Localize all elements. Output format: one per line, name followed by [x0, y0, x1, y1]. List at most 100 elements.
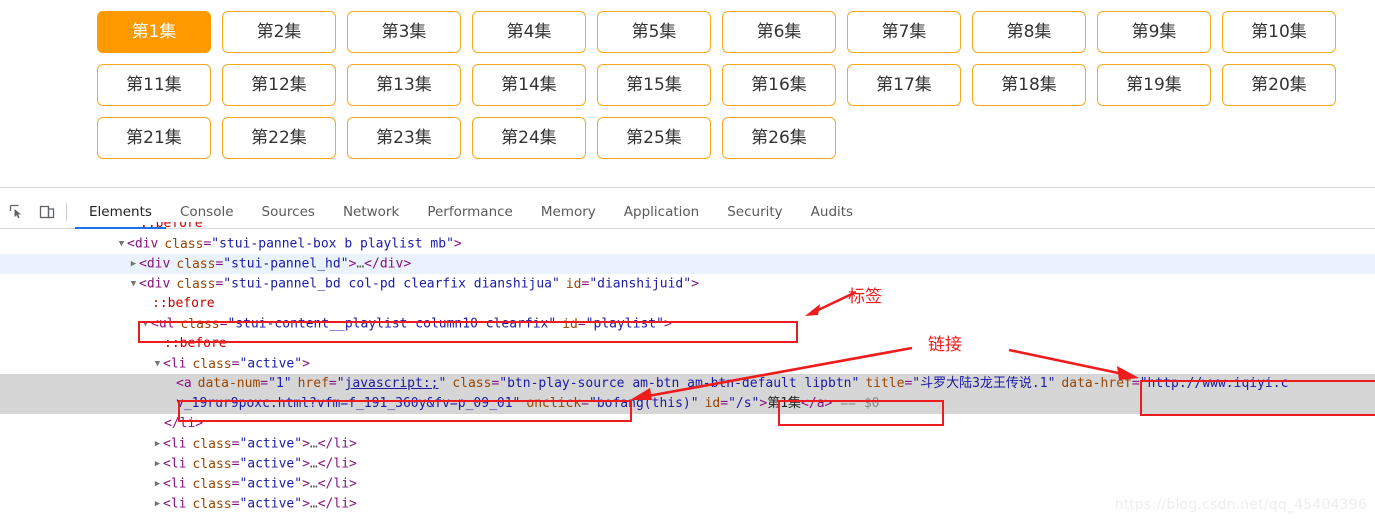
- episode-button-3[interactable]: 第3集: [347, 11, 461, 53]
- dom-row-li-active-expanded[interactable]: ▼ <li class="active">: [0, 354, 1375, 374]
- dom-row-li-close[interactable]: </li>: [0, 414, 1375, 434]
- attribute-name: class: [192, 496, 232, 512]
- dom-row-pseudo-before-0[interactable]: ::before: [0, 222, 1375, 234]
- collapsed-children-ellipsis[interactable]: …: [356, 257, 364, 272]
- episode-button-18[interactable]: 第18集: [972, 64, 1086, 106]
- episode-button-13[interactable]: 第13集: [347, 64, 461, 106]
- collapse-arrow-icon[interactable]: ▶: [152, 454, 163, 474]
- attribute-value: stui-pannel_bd col-pd clearfix dianshiju…: [231, 276, 553, 292]
- attribute-name: class: [192, 456, 232, 472]
- attribute-value-id: playlist: [593, 316, 657, 332]
- closing-tag: </li>: [164, 416, 204, 431]
- dom-row-ul-playlist[interactable]: ▼ <ul class="stui-content__playlist column…: [0, 314, 1375, 334]
- episode-button-19[interactable]: 第19集: [1097, 64, 1211, 106]
- dom-row-li-active-collapsed-2[interactable]: ▶ <li class="active">…</li>: [0, 454, 1375, 474]
- episode-button-1[interactable]: 第1集: [97, 11, 211, 53]
- tag-name: div: [146, 276, 171, 292]
- episode-button-grid: 第1集 第2集 第3集 第4集 第5集 第6集 第7集 第8集 第9集 第10集…: [97, 11, 1363, 159]
- episode-button-15[interactable]: 第15集: [597, 64, 711, 106]
- tag-name: div: [146, 256, 171, 272]
- dom-row-anchor-line-2[interactable]: v_19rur9poxc.html?vfm=f_191_360y&fv=p_09…: [0, 394, 1375, 414]
- dom-row-div-pannel-box[interactable]: ▼ <div class="stui-pannel-box b playlist m…: [0, 234, 1375, 254]
- attribute-value-id: /s: [735, 396, 752, 411]
- attribute-name: class: [176, 256, 216, 272]
- episode-button-23[interactable]: 第23集: [347, 117, 461, 159]
- toolbar-separator: [66, 203, 67, 221]
- episode-button-11[interactable]: 第11集: [97, 64, 211, 106]
- episode-button-20[interactable]: 第20集: [1222, 64, 1336, 106]
- attribute-name: class: [192, 436, 232, 452]
- episode-button-24[interactable]: 第24集: [472, 117, 586, 159]
- expand-arrow-icon[interactable]: ▼: [140, 314, 151, 334]
- collapse-arrow-icon[interactable]: ▶: [152, 474, 163, 494]
- dom-row-anchor-line-1[interactable]: <a data-num="1" href="javascript:;" class="…: [0, 374, 1375, 394]
- episode-button-2[interactable]: 第2集: [222, 11, 336, 53]
- attribute-value: stui-pannel-box b playlist mb: [219, 236, 447, 252]
- tag-name: li: [170, 436, 187, 452]
- episode-button-7[interactable]: 第7集: [847, 11, 961, 53]
- expand-arrow-icon[interactable]: ▼: [152, 354, 163, 374]
- attribute-name-data-num: data-num: [197, 376, 261, 391]
- episode-button-4[interactable]: 第4集: [472, 11, 586, 53]
- dom-row-li-active-collapsed-3[interactable]: ▶ <li class="active">…</li>: [0, 474, 1375, 494]
- collapse-arrow-icon[interactable]: ▶: [152, 434, 163, 454]
- attribute-value: active: [247, 496, 295, 512]
- dom-row-li-active-collapsed-1[interactable]: ▶ <li class="active">…</li>: [0, 434, 1375, 454]
- attribute-name: class: [192, 476, 232, 492]
- attribute-name-href: href: [297, 376, 329, 391]
- collapsed-children-ellipsis[interactable]: …: [310, 477, 318, 492]
- episode-button-5[interactable]: 第5集: [597, 11, 711, 53]
- collapse-arrow-icon[interactable]: ▶: [152, 494, 163, 514]
- pseudo-element-label: ::before: [164, 336, 227, 351]
- attribute-name-id: id: [704, 396, 721, 411]
- selected-node-marker: == $0: [840, 396, 880, 411]
- collapse-arrow-icon[interactable]: ▶: [128, 254, 139, 274]
- tag-name: li: [170, 476, 187, 492]
- episode-button-26[interactable]: 第26集: [722, 117, 836, 159]
- dom-row-pseudo-before-1[interactable]: ::before: [0, 294, 1375, 314]
- collapsed-children-ellipsis[interactable]: …: [310, 457, 318, 472]
- episode-button-14[interactable]: 第14集: [472, 64, 586, 106]
- episode-button-17[interactable]: 第17集: [847, 64, 961, 106]
- collapsed-children-ellipsis[interactable]: …: [310, 437, 318, 452]
- pseudo-element-label: ::before: [140, 222, 203, 231]
- expand-arrow-icon[interactable]: ▼: [116, 234, 127, 254]
- attribute-value: active: [247, 476, 295, 492]
- episode-button-22[interactable]: 第22集: [222, 117, 336, 159]
- devtools-panel: Elements Console Sources Network Perform…: [0, 188, 1375, 519]
- episode-button-25[interactable]: 第25集: [597, 117, 711, 159]
- episode-button-10[interactable]: 第10集: [1222, 11, 1336, 53]
- episode-button-9[interactable]: 第9集: [1097, 11, 1211, 53]
- episode-button-16[interactable]: 第16集: [722, 64, 836, 106]
- dom-tree[interactable]: ::before ▼ <div class="stui-pannel-box b p…: [0, 222, 1375, 519]
- anchor-inner-text: 第1集: [767, 396, 802, 411]
- attribute-name-class: class: [452, 376, 492, 391]
- attribute-value-onclick: bofang(this): [596, 396, 691, 411]
- episode-button-8[interactable]: 第8集: [972, 11, 1086, 53]
- attribute-value: stui-content__playlist column10 clearfix: [235, 316, 549, 332]
- attribute-value-id: dianshijuid: [597, 276, 684, 292]
- tag-name: li: [170, 456, 187, 472]
- dom-row-pseudo-before-2[interactable]: ::before: [0, 334, 1375, 354]
- episode-list-panel: 第1集 第2集 第3集 第4集 第5集 第6集 第7集 第8集 第9集 第10集…: [0, 0, 1375, 188]
- dom-row-div-pannel-hd[interactable]: ▶ <div class="stui-pannel_hd">…</div>: [0, 254, 1375, 274]
- collapsed-children-ellipsis[interactable]: …: [310, 497, 318, 512]
- attribute-name-id: id: [562, 316, 578, 332]
- expand-arrow-icon[interactable]: ▼: [128, 274, 139, 294]
- dom-row-div-pannel-bd[interactable]: ▼ <div class="stui-pannel_bd col-pd clearf…: [0, 274, 1375, 294]
- attribute-value: active: [247, 356, 295, 372]
- attribute-value-data-num: 1: [275, 376, 284, 391]
- episode-button-12[interactable]: 第12集: [222, 64, 336, 106]
- tag-name: div: [134, 236, 159, 252]
- attribute-value-data-href-part2: v_19rur9poxc.html?vfm=f_191_360y&fv=p_09…: [176, 396, 513, 411]
- attribute-value: active: [247, 456, 295, 472]
- attribute-value-href[interactable]: javascript:;: [345, 376, 439, 391]
- attribute-name: class: [164, 236, 204, 252]
- attribute-name: class: [180, 316, 220, 332]
- tag-name: li: [170, 356, 187, 372]
- episode-button-21[interactable]: 第21集: [97, 117, 211, 159]
- tag-name: ul: [158, 316, 175, 332]
- attribute-name: class: [192, 356, 232, 372]
- pseudo-element-label: ::before: [152, 296, 215, 311]
- episode-button-6[interactable]: 第6集: [722, 11, 836, 53]
